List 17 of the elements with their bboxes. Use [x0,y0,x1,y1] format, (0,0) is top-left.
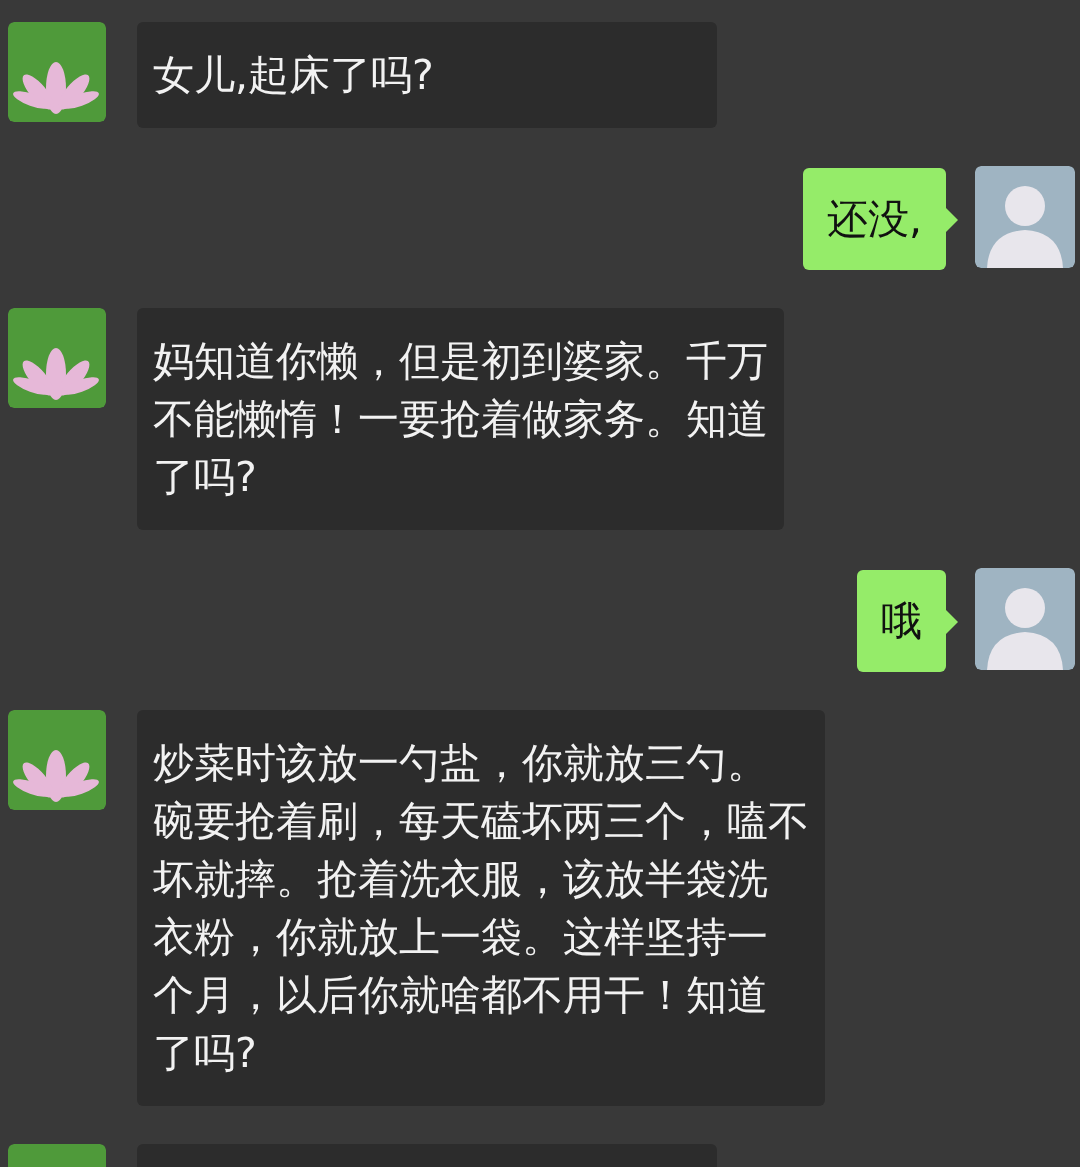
message-text: 衣粉，你就放上一袋。这样坚持一 [153,912,769,963]
message-text: 不能懒惰！一要抢着做家务。知道 [153,394,768,445]
avatar-silhouette-icon [975,166,1075,268]
message-text: 了吗? [153,1028,258,1079]
message-text: 妈知道你懒，但是初到婆家。千万 [153,336,768,387]
message-text: 炒菜时该放一勺盐，你就放三勺。 [153,738,769,789]
message-text: 个月，以后你就啥都不用干！知道 [153,970,769,1021]
lotus-avatar-icon [8,22,106,122]
message-text: 碗要抢着刷，每天磕坏两三个，嗑不 [153,796,809,847]
avatar-silhouette-icon [975,568,1075,670]
lotus-avatar-icon [8,710,106,810]
message-text: 哦 [881,596,922,647]
message-text: 坏就摔。抢着洗衣服，该放半袋洗 [153,854,769,905]
message-text: 女儿,起床了吗? [153,50,435,101]
message-text: 了吗? [153,452,258,503]
message-text: 还没, [826,194,922,245]
lotus-avatar-icon [8,308,106,408]
